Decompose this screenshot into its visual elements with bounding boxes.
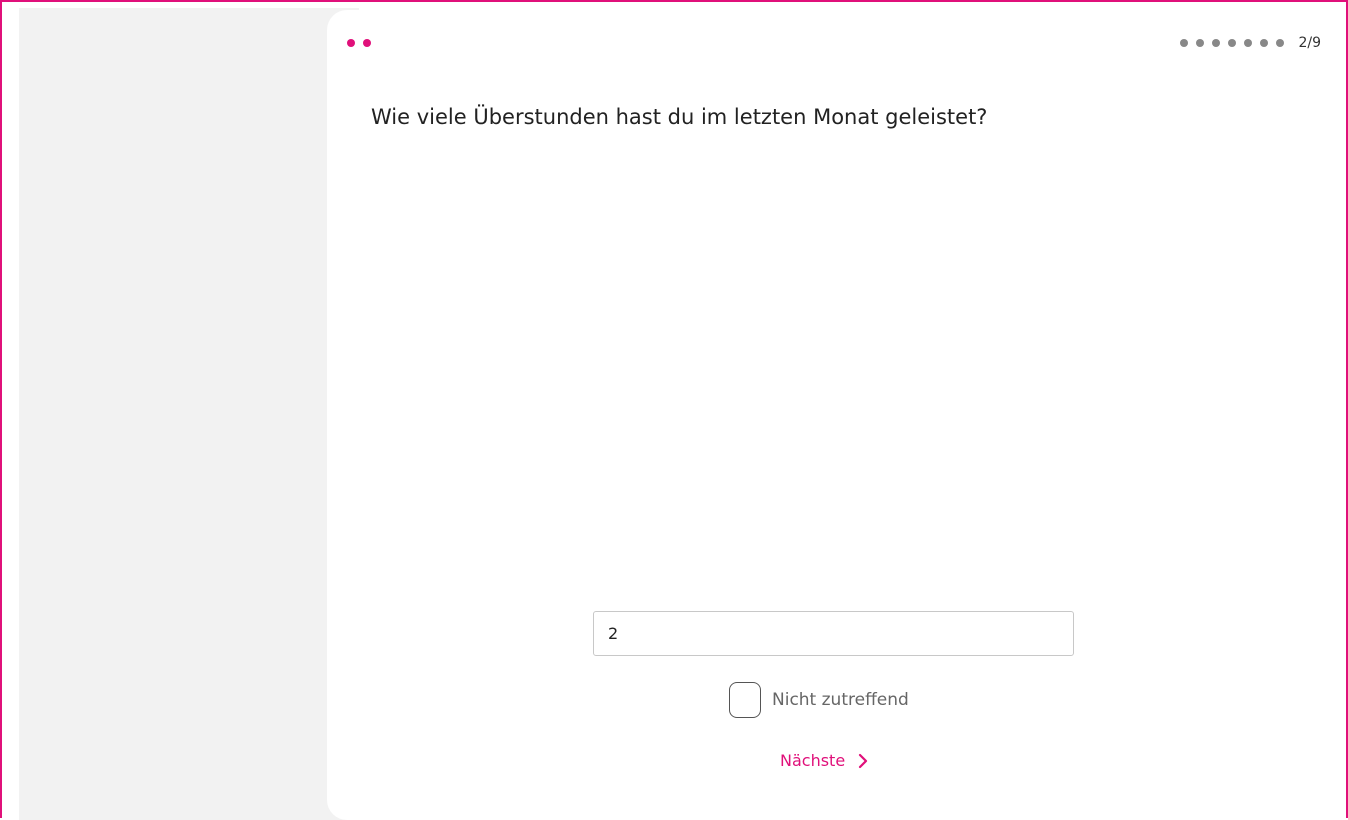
progress-dot bbox=[1276, 39, 1285, 47]
progress-counter: 2/9 bbox=[1298, 35, 1321, 51]
progress-dot bbox=[1244, 39, 1253, 47]
progress-dot bbox=[1196, 39, 1205, 47]
progress-dot bbox=[1180, 39, 1189, 47]
progress-dots bbox=[1180, 39, 1285, 47]
brand-dot bbox=[363, 39, 371, 47]
progress-dot bbox=[1260, 39, 1269, 47]
next-button-label: Nächste bbox=[780, 751, 846, 770]
app-frame: 2/9 Wie viele Überstunden hast du im let… bbox=[0, 0, 1348, 820]
progress-indicator: 2/9 bbox=[1180, 34, 1321, 52]
next-button[interactable]: Nächste bbox=[780, 751, 869, 770]
brand-dot bbox=[347, 39, 355, 47]
brand-dots-logo bbox=[347, 39, 371, 47]
progress-dot bbox=[1228, 39, 1237, 47]
answer-input[interactable] bbox=[593, 611, 1074, 656]
not-applicable-checkbox[interactable] bbox=[729, 682, 761, 718]
survey-card: 2/9 Wie viele Überstunden hast du im let… bbox=[327, 10, 1338, 820]
not-applicable-label: Nicht zutreffend bbox=[772, 690, 909, 710]
question-text: Wie viele Überstunden hast du im letzten… bbox=[371, 105, 988, 129]
not-applicable-option[interactable]: Nicht zutreffend bbox=[729, 682, 909, 718]
chevron-right-icon bbox=[857, 752, 869, 770]
side-panel bbox=[19, 8, 359, 820]
progress-dot bbox=[1212, 39, 1221, 47]
